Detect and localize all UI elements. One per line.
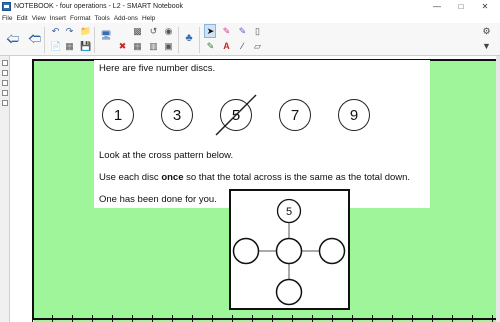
maximize-button[interactable]: □ [450, 0, 472, 13]
toolbar: 🢠 🢢 ↶ ↷ 📁 📄 ▦ 💾 🖥 ✖ ▩ ▦ ↺ ▥ ◉ ▣ ♣ ➤ ✎ ✎ … [0, 23, 500, 56]
number-disc-1[interactable]: 1 [102, 99, 134, 131]
window-title: NOTEBOOK - four operations - L2 - SMART … [14, 3, 183, 10]
side-tab-bar [0, 56, 10, 322]
pens-icon[interactable]: ✎ [205, 40, 216, 51]
cross-left-circle [232, 237, 260, 265]
full-screen-icon[interactable]: ▣ [163, 40, 174, 51]
app-icon [2, 2, 11, 11]
menu-edit[interactable]: Edit [14, 15, 29, 22]
eraser-icon[interactable]: ▯ [252, 25, 263, 36]
menu-tools[interactable]: Tools [93, 15, 112, 22]
menu-file[interactable]: File [0, 15, 14, 22]
cross-top-value: 5 [286, 206, 292, 218]
redo-icon[interactable]: ↷ [64, 25, 75, 36]
cross-out-line [215, 94, 257, 136]
vertical-scrollbar[interactable] [496, 56, 500, 322]
magic-pen-icon[interactable]: ✎ [221, 25, 232, 36]
notebook-canvas[interactable]: Here are five number discs. 1 3 5 7 9 Lo… [10, 56, 500, 322]
title-bar: NOTEBOOK - four operations - L2 - SMART … [0, 0, 500, 13]
text-tool-icon[interactable]: A [221, 40, 232, 51]
number-disc-7[interactable]: 7 [279, 99, 311, 131]
minimize-button[interactable]: — [426, 0, 448, 13]
instruction-line-1: Here are five number discs. [99, 63, 216, 74]
menu-insert[interactable]: Insert [48, 15, 68, 22]
menu-bar: File Edit View Insert Format Tools Add-o… [0, 13, 500, 23]
close-button[interactable]: ✕ [474, 0, 496, 13]
line-tool-icon[interactable]: ∕ [237, 40, 248, 51]
attachments-tab-icon[interactable] [2, 80, 8, 86]
shape-recognition-pen-icon[interactable]: ✎ [237, 25, 248, 36]
save-icon[interactable]: 💾 [80, 40, 91, 51]
previous-page-icon[interactable]: 🢠 [6, 32, 19, 45]
document-camera-icon[interactable]: ◉ [163, 25, 174, 36]
cross-bottom-circle [275, 278, 303, 306]
open-folder-icon[interactable]: 📁 [80, 25, 91, 36]
screen-shade-icon[interactable]: ▩ [132, 25, 143, 36]
instruction-line-4: One has been done for you. [99, 194, 217, 205]
menu-format[interactable]: Format [68, 15, 93, 22]
add-ons-puzzle-icon[interactable]: ♣ [183, 32, 195, 44]
table-icon[interactable]: ▦ [132, 40, 143, 51]
fill-tool-icon[interactable]: ▱ [252, 40, 263, 51]
cross-pattern-box[interactable]: 5 [229, 189, 350, 310]
number-disc-3[interactable]: 3 [161, 99, 193, 131]
gallery-tab-icon[interactable] [2, 70, 8, 76]
grid-icon[interactable]: ▥ [148, 40, 159, 51]
refresh-icon[interactable]: ↺ [148, 25, 159, 36]
expand-toolbar-icon[interactable]: ▼ [481, 40, 492, 51]
menu-help[interactable]: Help [140, 15, 157, 22]
instruction-line-3: Use each disc once so that the total acr… [99, 172, 411, 183]
add-page-icon[interactable]: 📄 [50, 40, 61, 51]
properties-tab-icon[interactable] [2, 90, 8, 96]
menu-view[interactable]: View [30, 15, 48, 22]
menu-addons[interactable]: Add-ons [112, 15, 140, 22]
cross-center-circle [275, 237, 303, 265]
gear-icon[interactable]: ⚙ [481, 25, 492, 36]
instruction-card[interactable]: Here are five number discs. 1 3 5 7 9 Lo… [94, 60, 430, 208]
add-ons-tab-icon[interactable] [2, 100, 8, 106]
page-sorter-tab-icon[interactable] [2, 60, 8, 66]
delete-icon[interactable]: ✖ [117, 40, 128, 51]
cross-pattern: 5 [232, 198, 346, 306]
page-ruler-ticks [32, 315, 500, 322]
undo-icon[interactable]: ↶ [50, 25, 61, 36]
select-tool-icon[interactable]: ➤ [205, 25, 216, 36]
cross-right-circle [318, 237, 346, 265]
page-view-icon[interactable]: ▦ [64, 40, 75, 51]
instruction-line-2: Look at the cross pattern below. [99, 150, 234, 161]
number-disc-9[interactable]: 9 [338, 99, 370, 131]
screen-capture-icon[interactable]: 🖥 [100, 29, 112, 41]
next-page-icon[interactable]: 🢢 [28, 32, 41, 45]
